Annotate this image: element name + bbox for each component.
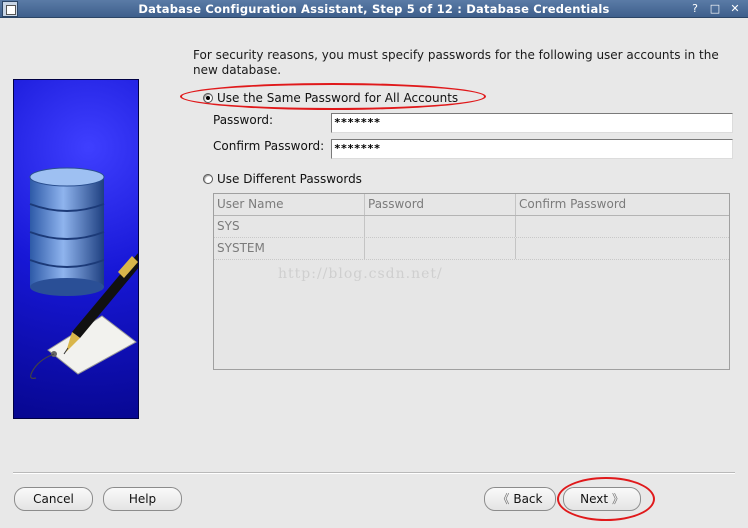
different-passwords-label[interactable]: Use Different Passwords — [217, 172, 362, 186]
table-cell-password — [365, 216, 516, 237]
table-cell-user: SYSTEM — [214, 238, 365, 259]
button-divider — [13, 472, 735, 474]
table-cell-confirm — [516, 216, 729, 237]
back-button[interactable]: 《 Back — [484, 487, 556, 511]
column-header-confirm-password: Confirm Password — [519, 197, 627, 211]
back-button-label: Back — [513, 492, 543, 506]
window-title: Database Configuration Assistant, Step 5… — [138, 2, 610, 16]
help-button[interactable]: Help — [103, 487, 182, 511]
column-header-password: Password — [365, 194, 516, 215]
help-button-label: Help — [128, 492, 157, 506]
same-password-label[interactable]: Use the Same Password for All Accounts — [217, 91, 458, 105]
password-field[interactable]: ******* — [331, 113, 733, 133]
table-row: SYSTEM — [214, 238, 729, 260]
watermark-text: http://blog.csdn.net/ — [278, 266, 443, 282]
table-row: SYS — [214, 216, 729, 238]
maximize-window-button[interactable]: □ — [708, 2, 722, 16]
table-cell-confirm — [516, 238, 729, 259]
different-passwords-radio[interactable] — [203, 174, 213, 184]
close-window-button[interactable]: ✕ — [728, 2, 742, 16]
next-button-label: Next — [580, 492, 609, 506]
different-passwords-radio-row[interactable]: Use Different Passwords — [203, 172, 362, 186]
cancel-button-label: Cancel — [33, 492, 74, 506]
intro-text: For security reasons, you must specify p… — [193, 48, 719, 77]
cancel-button[interactable]: Cancel — [14, 487, 93, 511]
password-label: Password: — [213, 113, 274, 127]
confirm-password-label: Confirm Password: — [213, 139, 325, 153]
database-pen-illustration — [29, 167, 138, 379]
same-password-radio-row[interactable]: Use the Same Password for All Accounts — [203, 91, 458, 105]
next-chevron-icon: 》 — [611, 492, 624, 506]
table-cell-password — [365, 238, 516, 259]
table-cell-user: SYS — [214, 216, 365, 237]
same-password-radio[interactable] — [203, 93, 213, 103]
help-window-button[interactable]: ? — [688, 2, 702, 16]
back-chevron-icon: 《 — [497, 492, 510, 506]
wizard-banner-image — [13, 79, 139, 419]
table-header: User Name Password Confirm Password — [214, 194, 729, 216]
next-button[interactable]: Next 》 — [563, 487, 641, 511]
column-header-user-name: User Name — [214, 194, 365, 215]
title-bar: Database Configuration Assistant, Step 5… — [0, 0, 748, 18]
confirm-password-field[interactable]: ******* — [331, 139, 733, 159]
